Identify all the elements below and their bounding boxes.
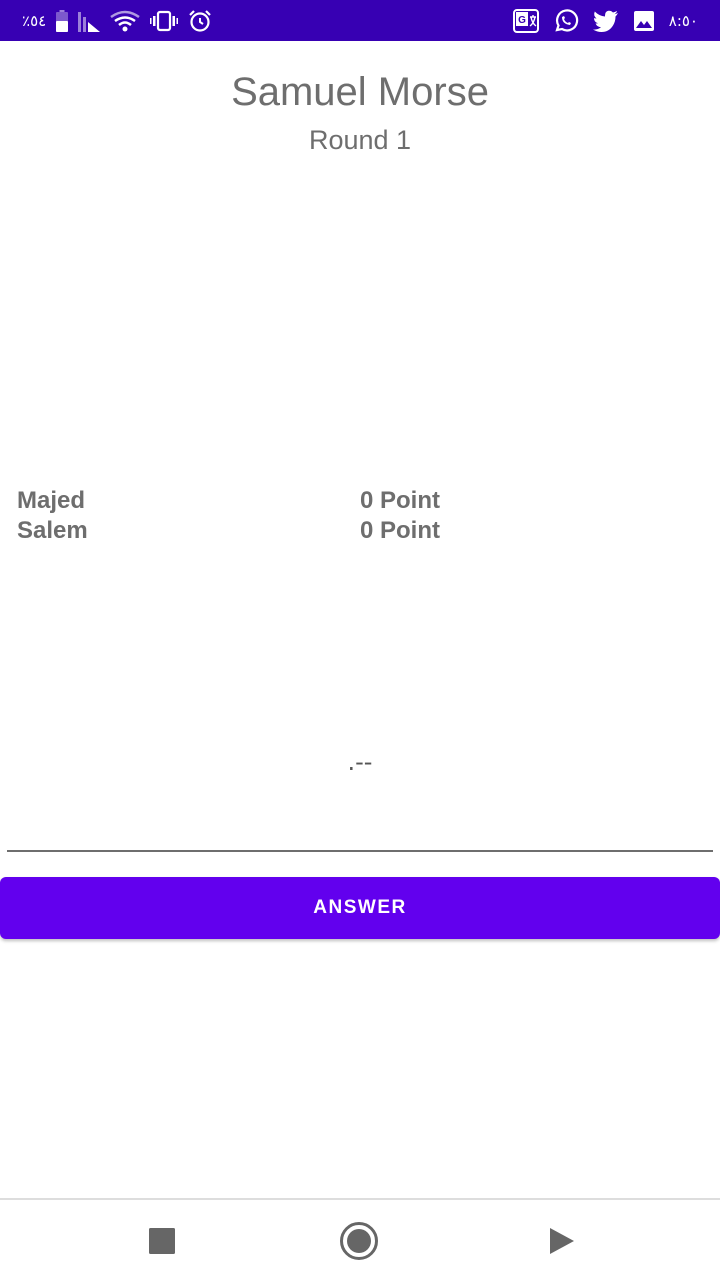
battery-icon [56,9,69,32]
round-label: Round 1 [308,125,412,155]
player-score-row: Salem 0 Point [0,517,720,547]
page-title: Samuel Morse [231,70,489,114]
player-name: Salem [17,517,88,544]
circle-record-icon[interactable] [334,1216,384,1266]
square-stop-icon[interactable] [137,1216,187,1266]
triangle-play-icon[interactable] [536,1216,586,1266]
whatsapp-icon [553,8,579,34]
morse-code-text: .-- [347,748,373,776]
alarm-icon [188,9,212,33]
answer-input[interactable] [7,800,713,852]
wifi-icon [110,10,140,32]
twitter-icon [592,10,619,32]
signal-icon [78,10,101,32]
navigation-bar [0,1198,720,1280]
image-icon [633,10,655,32]
vibrate-icon [150,10,179,32]
player-score-row: Majed 0 Point [0,487,720,517]
translate-icon: G [512,8,539,33]
status-left: ٪٥٤ [22,0,212,41]
svg-text:G: G [518,15,526,26]
player-name: Majed [17,487,86,514]
player-score: 0 Point [360,517,441,544]
player-score: 0 Point [360,487,441,514]
answer-button[interactable]: ANSWER [0,877,720,939]
status-bar: ٪٥٤ G ٨:٥٠ [0,0,720,41]
battery-percent: ٪٥٤ [22,11,47,30]
status-right: G ٨:٥٠ [512,0,698,41]
clock-time: ٨:٥٠ [668,11,698,30]
